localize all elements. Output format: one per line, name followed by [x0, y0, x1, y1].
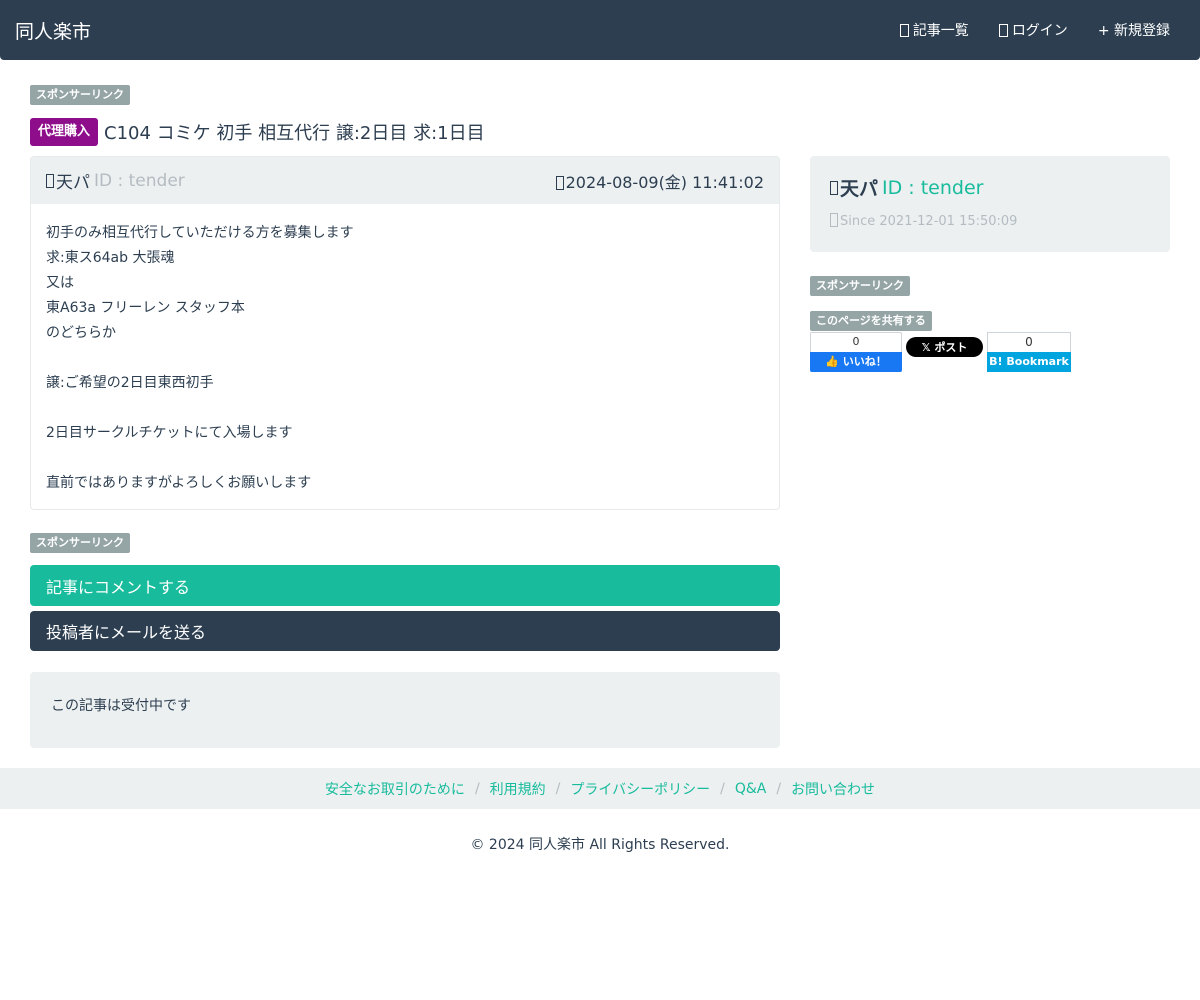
facebook-like-count: 0 [810, 332, 902, 352]
post-title: C104 コミケ 初手 相互代行 譲:2日目 求:1日目 [104, 123, 485, 144]
copyright: © 2024 同人楽市 All Rights Reserved. [470, 837, 730, 853]
footer-link-privacy[interactable]: プライバシーポリシー [570, 779, 710, 799]
profile-since: Since 2021-12-01 15:50:09 [830, 213, 1150, 229]
nav-link-articles[interactable]: 記事一覧 [899, 20, 969, 40]
post-status-well: この記事は受付中です [30, 672, 780, 748]
hatena-bookmark-label: B! Bookmark [987, 352, 1071, 372]
site-brand[interactable]: 同人楽市 [15, 17, 91, 44]
post-body-line: 初手のみ相互代行していただける方を募集します [46, 225, 354, 241]
x-post-button[interactable]: 𝕏 ポスト [906, 337, 983, 357]
comment-button[interactable]: 記事にコメントする [30, 565, 780, 606]
sponsor-badge: スポンサーリンク [810, 276, 910, 296]
comment-button-label: 記事にコメントする [46, 577, 191, 597]
post-body-line: 譲:ご希望の2日目東西初手 [46, 375, 214, 391]
footer-separator: / [555, 780, 561, 797]
sponsor-label-top: スポンサーリンク [30, 85, 130, 105]
profile-name-row: 天パ ID : tender [830, 174, 1150, 201]
post-panel: 天パ ID : tender 2024-08-09(金) 11:41:02 初手… [30, 156, 780, 510]
facebook-like-button[interactable]: 0 👍 いいね！ [810, 332, 902, 372]
footer-links: 安全なお取引のために / 利用規約 / プライバシーポリシー / Q&A / お… [0, 768, 1200, 809]
post-header: 天パ ID : tender 2024-08-09(金) 11:41:02 [31, 157, 779, 204]
footer-link-safety[interactable]: 安全なお取引のために [325, 779, 465, 799]
post-body-line [46, 396, 764, 421]
list-icon [899, 23, 909, 37]
hatena-b-icon: B! [989, 355, 1003, 368]
hatena-bookmark-count: 0 [987, 332, 1071, 352]
user-icon [46, 173, 54, 188]
x-logo-icon: 𝕏 [921, 340, 931, 354]
clock-icon [555, 175, 564, 190]
category-badge: 代理購入 [30, 118, 99, 146]
nav-link-login-label: ログイン [1011, 23, 1068, 39]
user-profile-card: 天パ ID : tender Since 2021-12-01 15:50:09 [810, 156, 1170, 252]
post-body-line: のどちらか [46, 325, 116, 341]
sponsor-label-side: スポンサーリンク [810, 276, 910, 296]
post-body-line: 直前ではありますがよろしくお願いします [46, 475, 312, 491]
post-body-line: 又は [46, 275, 74, 291]
facebook-like-label: 👍 いいね！ [810, 352, 902, 372]
footer-separator: / [776, 780, 782, 797]
hatena-bookmark-button[interactable]: 0 B! Bookmark [987, 332, 1071, 372]
login-icon [998, 23, 1008, 37]
post-datetime-text: 2024-08-09(金) 11:41:02 [565, 172, 764, 192]
post-author-name[interactable]: 天パ [56, 168, 90, 193]
post-body-line [46, 446, 764, 471]
nav-link-register[interactable]: + 新規登録 [1098, 20, 1170, 40]
sponsor-badge: スポンサーリンク [30, 85, 130, 105]
facebook-like-label-text: いいね！ [842, 355, 887, 368]
post-author: 天パ ID : tender [46, 168, 185, 193]
post-body-line: 東A63a フリーレン スタッフ本 [46, 300, 245, 316]
post-body-line [46, 346, 764, 371]
nav-link-register-label: + 新規登録 [1097, 23, 1170, 39]
x-post-label: ポスト [934, 341, 968, 354]
post-author-id: ID : tender [94, 170, 185, 191]
post-status-text: この記事は受付中です [51, 698, 191, 714]
thumbs-up-icon: 👍 [825, 355, 839, 368]
share-badge: このページを共有する [810, 311, 932, 331]
calendar-icon [830, 213, 838, 227]
nav-link-login[interactable]: ログイン [998, 20, 1068, 40]
hatena-bookmark-label-text: Bookmark [1006, 355, 1069, 368]
sponsor-badge: スポンサーリンク [30, 533, 130, 553]
post-title-row: 代理購入 C104 コミケ 初手 相互代行 譲:2日目 求:1日目 [30, 118, 485, 146]
sponsor-label-mid: スポンサーリンク [30, 533, 130, 553]
profile-since-text: Since 2021-12-01 15:50:09 [840, 214, 1018, 229]
share-label: このページを共有する [810, 311, 932, 331]
post-body-line: 求:東ス64ab 大張魂 [46, 250, 175, 266]
mail-author-button-label: 投稿者にメールを送る [46, 623, 207, 642]
post-datetime: 2024-08-09(金) 11:41:02 [555, 169, 764, 193]
post-body-line: 2日目サークルチケットにて入場します [46, 425, 293, 441]
user-icon [830, 180, 838, 195]
footer-separator: / [720, 780, 725, 797]
navbar: 同人楽市 記事一覧 ログイン + 新規登録 [0, 0, 1200, 60]
footer-link-qa[interactable]: Q&A [735, 781, 767, 797]
navbar-links: 記事一覧 ログイン + 新規登録 [870, 0, 1170, 60]
post-body: 初手のみ相互代行していただける方を募集します 求:東ス64ab 大張魂 又は 東… [31, 204, 779, 509]
nav-link-articles-label: 記事一覧 [912, 23, 969, 39]
profile-name[interactable]: 天パ [840, 174, 878, 201]
footer-link-contact[interactable]: お問い合わせ [791, 779, 875, 799]
profile-id: ID : tender [882, 176, 984, 199]
footer-separator: / [474, 780, 480, 797]
footer-link-terms[interactable]: 利用規約 [490, 779, 546, 799]
mail-author-button[interactable]: 投稿者にメールを送る [30, 611, 780, 651]
